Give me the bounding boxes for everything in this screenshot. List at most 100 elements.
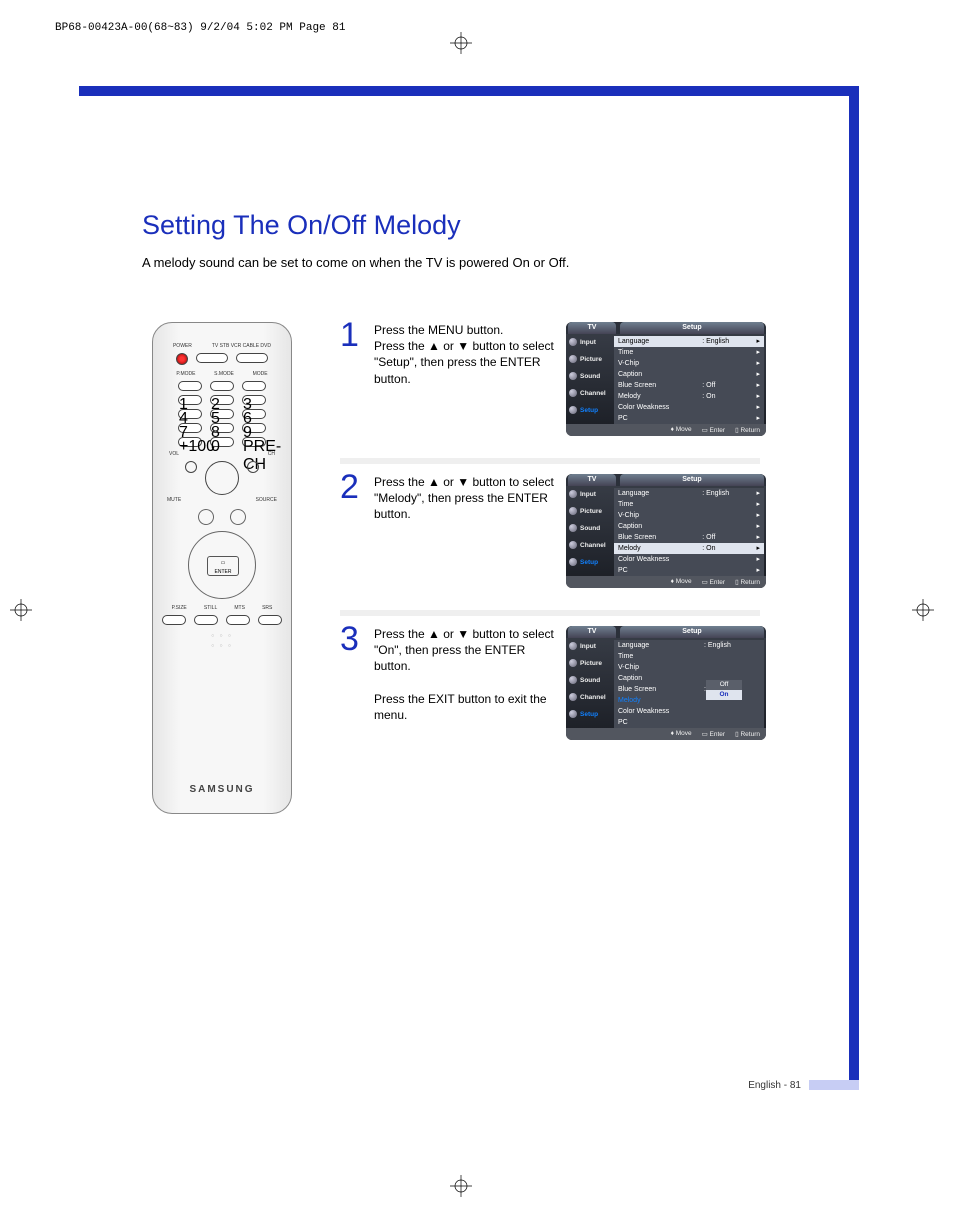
separator xyxy=(340,458,760,464)
chevron-right-icon: ▸ xyxy=(756,521,760,532)
step-2: 2 Press the ▲ or ▼ button to select "Mel… xyxy=(340,474,862,588)
chevron-right-icon: ▸ xyxy=(756,565,760,576)
osd-row-value: : On xyxy=(702,391,742,402)
osd-row-label: Blue Screen xyxy=(618,532,688,543)
osd-row-label: Caption xyxy=(618,369,688,380)
osd-row-label: Time xyxy=(618,347,688,358)
registration-mark-icon xyxy=(450,32,472,54)
step-number: 3 xyxy=(340,626,362,653)
osd-row-label: Language xyxy=(618,488,688,499)
chevron-right-icon: ▸ xyxy=(756,532,760,543)
osd-footer-return: ▯ Return xyxy=(735,730,760,738)
osd-row-label: Caption xyxy=(618,521,688,532)
osd-footer-enter: ▭ Enter xyxy=(702,426,726,434)
osd-row-value: : On xyxy=(702,543,742,554)
osd-tab-channel: Channel xyxy=(566,689,614,706)
osd-footer-move: ♦ Move xyxy=(671,426,692,434)
osd-row-label: Melody xyxy=(618,543,688,554)
osd-row-label: Blue Screen xyxy=(618,684,688,695)
registration-mark-icon xyxy=(450,1175,472,1197)
power-icon xyxy=(176,353,188,365)
chevron-right-icon: ▸ xyxy=(756,554,760,565)
step-number: 1 xyxy=(340,322,362,349)
osd-row-label: Melody xyxy=(618,695,688,706)
osd-tv-label: TV xyxy=(568,322,616,334)
osd-tab-picture: Picture xyxy=(566,655,614,672)
chevron-right-icon: ▸ xyxy=(756,380,760,391)
osd-row-label: Language xyxy=(618,640,688,651)
osd-row-value: : English xyxy=(704,640,744,651)
remote-illustration: POWERTV STB VCR CABLE DVD P.MODES.MODEMO… xyxy=(152,322,292,814)
page-footer: English - 81 xyxy=(0,1080,859,1091)
osd-screenshot-3: TV Setup Input Picture Sound Channel Set… xyxy=(566,626,766,740)
osd-row-label: V-Chip xyxy=(618,662,688,673)
chevron-right-icon: ▸ xyxy=(756,358,760,369)
chevron-right-icon: ▸ xyxy=(756,543,760,554)
osd-footer-return: ▯ Return xyxy=(735,426,760,434)
osd-footer-move: ♦ Move xyxy=(671,730,692,738)
osd-row-label: Color Weakness xyxy=(618,554,688,565)
osd-row-label: Caption xyxy=(618,673,688,684)
osd-tab-sound: Sound xyxy=(566,672,614,689)
osd-row-label: PC xyxy=(618,413,688,424)
osd-row-label: V-Chip xyxy=(618,358,688,369)
step-text: Press the ▲ or ▼ button to select "On", … xyxy=(374,626,554,723)
osd-row-value: : Off xyxy=(702,532,742,543)
osd-screenshot-1: TV Setup Input Picture Sound Channel Set… xyxy=(566,322,766,436)
registration-mark-icon xyxy=(912,599,934,621)
osd-title: Setup xyxy=(620,474,764,486)
melody-option-on: On xyxy=(706,690,742,700)
osd-tab-setup: Setup xyxy=(566,706,614,723)
osd-tab-input: Input xyxy=(566,486,614,503)
step-number: 2 xyxy=(340,474,362,501)
chevron-right-icon: ▸ xyxy=(756,510,760,521)
separator xyxy=(340,610,760,616)
osd-row-value: : Off xyxy=(702,380,742,391)
remote-brand: SAMSUNG xyxy=(153,784,291,795)
doc-meta: BP68-00423A-00(68~83) 9/2/04 5:02 PM Pag… xyxy=(55,22,345,34)
osd-row-label: PC xyxy=(618,717,688,728)
osd-tv-label: TV xyxy=(568,474,616,486)
osd-tab-picture: Picture xyxy=(566,351,614,368)
osd-row-label: Melody xyxy=(618,391,688,402)
osd-footer-return: ▯ Return xyxy=(735,578,760,586)
step-3: 3 Press the ▲ or ▼ button to select "On"… xyxy=(340,626,862,740)
osd-tab-input: Input xyxy=(566,638,614,655)
osd-row-label: Time xyxy=(618,499,688,510)
chevron-right-icon: ▸ xyxy=(756,499,760,510)
osd-row-label: Color Weakness xyxy=(618,402,688,413)
osd-row-label: PC xyxy=(618,565,688,576)
osd-title: Setup xyxy=(620,322,764,334)
step-1: 1 Press the MENU button. Press the ▲ or … xyxy=(340,322,862,436)
chevron-right-icon: ▸ xyxy=(756,336,760,347)
osd-row-value: : English xyxy=(702,336,742,347)
osd-row-label: Time xyxy=(618,651,688,662)
page-title: Setting The On/Off Melody xyxy=(142,210,842,241)
osd-tab-setup: Setup xyxy=(566,554,614,571)
osd-screenshot-2: TV Setup Input Picture Sound Channel Set… xyxy=(566,474,766,588)
melody-option-off: Off xyxy=(706,680,742,690)
registration-mark-icon xyxy=(10,599,32,621)
step-text: Press the ▲ or ▼ button to select "Melod… xyxy=(374,474,554,523)
osd-title: Setup xyxy=(620,626,764,638)
osd-tab-picture: Picture xyxy=(566,503,614,520)
osd-tv-label: TV xyxy=(568,626,616,638)
chevron-right-icon: ▸ xyxy=(756,413,760,424)
osd-row-label: Blue Screen xyxy=(618,380,688,391)
osd-footer-enter: ▭ Enter xyxy=(702,578,726,586)
osd-row-value: : English xyxy=(702,488,742,499)
osd-tab-input: Input xyxy=(566,334,614,351)
osd-row-label: Color Weakness xyxy=(618,706,688,717)
chevron-right-icon: ▸ xyxy=(756,347,760,358)
chevron-right-icon: ▸ xyxy=(756,488,760,499)
melody-option-popup: Off On xyxy=(706,680,742,700)
step-text: Press the MENU button. Press the ▲ or ▼ … xyxy=(374,322,554,387)
osd-tab-channel: Channel xyxy=(566,537,614,554)
osd-footer-move: ♦ Move xyxy=(671,578,692,586)
osd-tab-sound: Sound xyxy=(566,520,614,537)
osd-tab-setup: Setup xyxy=(566,402,614,419)
osd-footer-enter: ▭ Enter xyxy=(702,730,726,738)
chevron-right-icon: ▸ xyxy=(756,402,760,413)
osd-tab-sound: Sound xyxy=(566,368,614,385)
intro-text: A melody sound can be set to come on whe… xyxy=(142,255,842,270)
